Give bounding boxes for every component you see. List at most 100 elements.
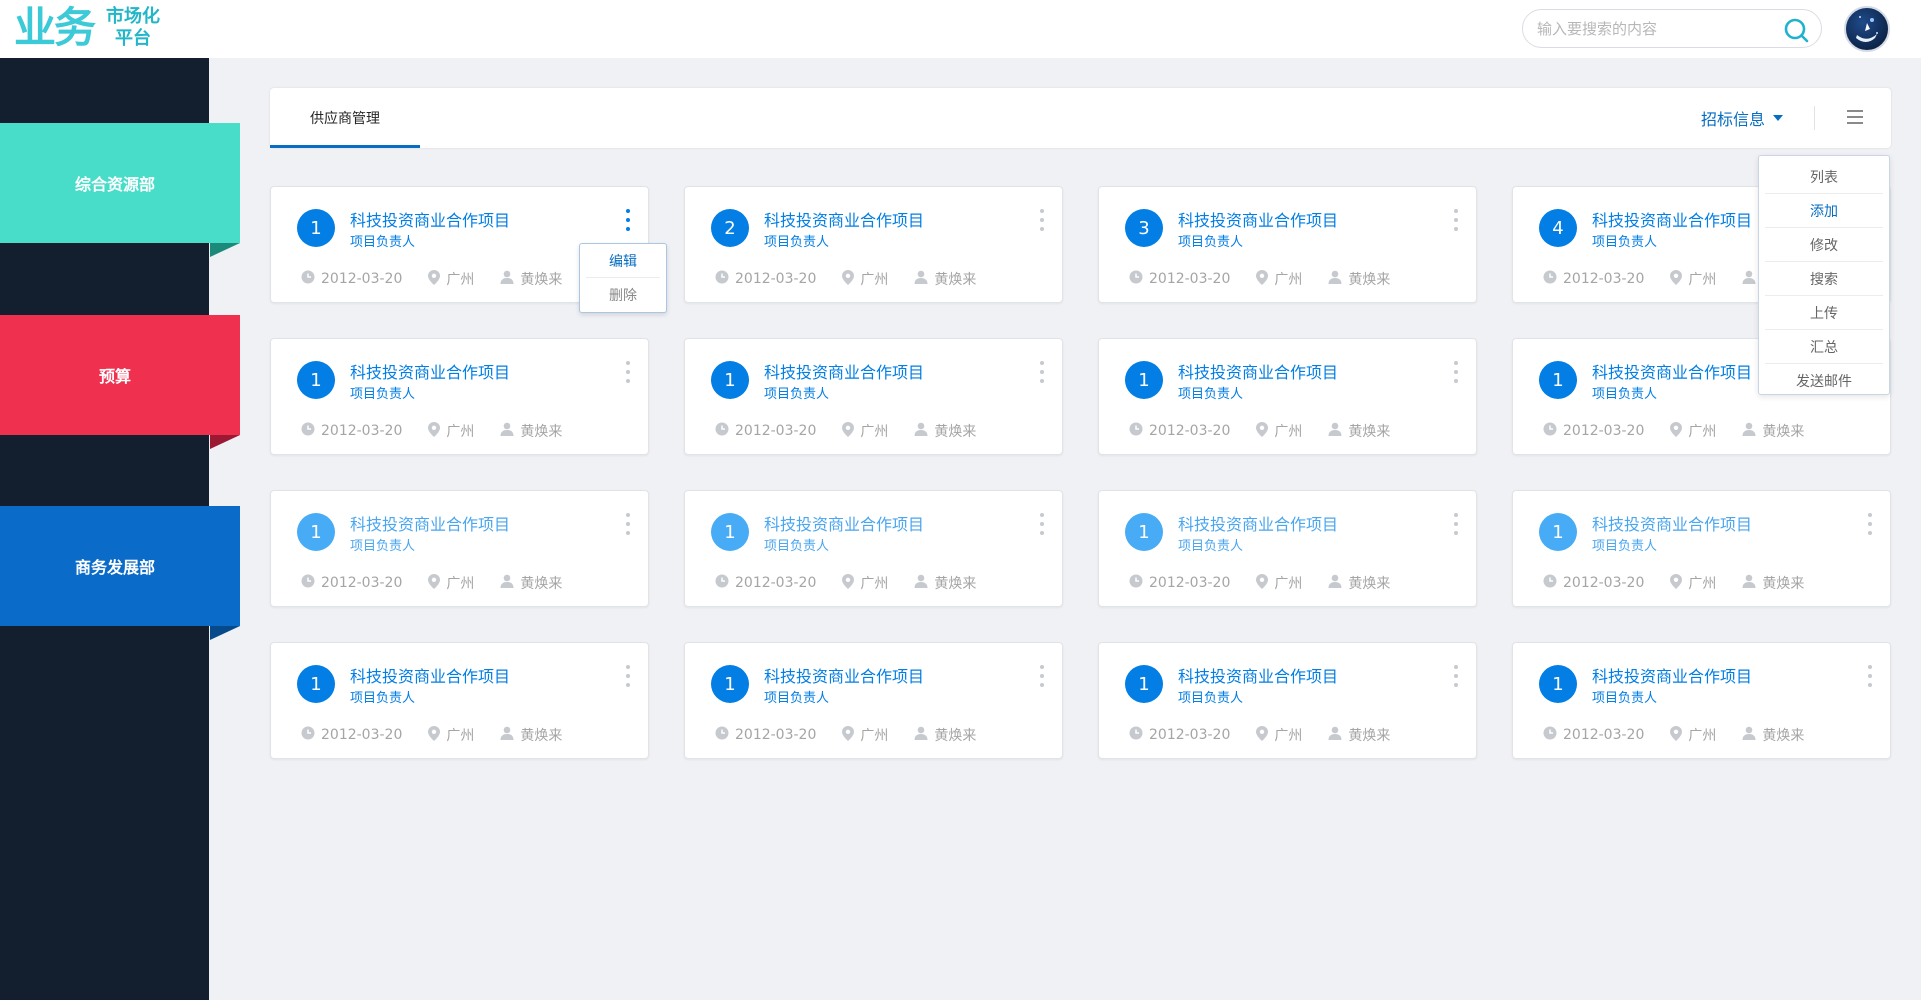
project-card[interactable]: 1 科技投资商业合作项目 项目负责人 2012-03-20 广州 黄焕来 (684, 642, 1063, 759)
card-number-badge: 1 (297, 361, 335, 399)
sidebar-item-budget[interactable]: 预算 (0, 315, 240, 449)
card-subtitle: 项目负责人 (1592, 691, 1658, 706)
more-vertical-icon[interactable] (626, 361, 630, 383)
date-text: 2012-03-20 (735, 423, 817, 439)
card-context-menu: 编辑 删除 (579, 243, 667, 313)
owner-text: 黄焕来 (520, 424, 563, 440)
card-title[interactable]: 科技投资商业合作项目 (350, 207, 510, 231)
sidebar-item-comprehensive-resources[interactable]: 综合资源部 (0, 123, 240, 257)
divider (1814, 106, 1815, 130)
project-card[interactable]: 1 科技投资商业合作项目 项目负责人 2012-03-20 广州 黄焕来 (1512, 642, 1891, 759)
card-date: 2012-03-20 (1543, 422, 1644, 440)
date-text: 2012-03-20 (321, 727, 403, 743)
more-vertical-icon[interactable] (1868, 665, 1872, 687)
card-subtitle: 项目负责人 (350, 539, 416, 554)
delete-menu-item[interactable]: 删除 (580, 278, 666, 312)
sidebar-item-label: 预算 (98, 367, 131, 386)
card-title[interactable]: 科技投资商业合作项目 (1178, 359, 1338, 383)
bidding-info-label: 招标信息 (1700, 110, 1765, 129)
menu-item-send-email[interactable]: 发送邮件 (1765, 364, 1883, 398)
card-meta: 2012-03-20 广州 黄焕来 (715, 421, 1002, 441)
card-owner: 黄焕来 (1328, 421, 1390, 441)
project-card[interactable]: 1 科技投资商业合作项目 项目负责人 2012-03-20 广州 黄焕来 (1512, 490, 1891, 607)
card-title[interactable]: 科技投资商业合作项目 (1592, 359, 1752, 383)
user-avatar[interactable] (1844, 6, 1890, 52)
more-vertical-icon[interactable] (626, 513, 630, 535)
search-icon[interactable] (1783, 17, 1809, 43)
more-vertical-icon[interactable] (1040, 665, 1044, 687)
project-card[interactable]: 1 科技投资商业合作项目 项目负责人 2012-03-20 广州 黄焕来 (1098, 642, 1477, 759)
more-vertical-icon[interactable] (1454, 209, 1458, 231)
bidding-info-dropdown[interactable]: 招标信息 (1701, 88, 1783, 148)
project-card[interactable]: 1 科技投资商业合作项目 项目负责人 2012-03-20 广州 黄焕来 (684, 490, 1063, 607)
card-title[interactable]: 科技投资商业合作项目 (1178, 511, 1338, 535)
project-card[interactable]: 1 科技投资商业合作项目 项目负责人 2012-03-20 广州 黄焕来 (1098, 490, 1477, 607)
menu-item-edit[interactable]: 修改 (1765, 228, 1883, 262)
location-pin-icon (428, 269, 446, 289)
card-location: 广州 (1256, 573, 1302, 593)
user-icon (500, 726, 520, 744)
location-text: 广州 (1274, 272, 1303, 288)
clock-icon (1129, 422, 1149, 440)
card-location: 广州 (1256, 725, 1302, 745)
logo[interactable]: 业务 市场化 平台 (14, 6, 160, 50)
clock-icon (1543, 574, 1563, 592)
card-subtitle: 项目负责人 (764, 387, 830, 402)
menu-item-summary[interactable]: 汇总 (1765, 330, 1883, 364)
card-location: 广州 (842, 269, 888, 289)
project-card[interactable]: 1 科技投资商业合作项目 项目负责人 2012-03-20 广州 黄焕来 (270, 338, 649, 455)
location-text: 广州 (1688, 424, 1717, 440)
card-title[interactable]: 科技投资商业合作项目 (764, 511, 924, 535)
menu-item-add[interactable]: 添加 (1765, 194, 1883, 228)
more-vertical-icon[interactable] (1868, 513, 1872, 535)
card-title[interactable]: 科技投资商业合作项目 (764, 207, 924, 231)
card-title[interactable]: 科技投资商业合作项目 (764, 663, 924, 687)
tab-supplier-management[interactable]: 供应商管理 (270, 88, 420, 148)
project-card[interactable]: 1 科技投资商业合作项目 项目负责人 2012-03-20 广州 黄焕来 (684, 338, 1063, 455)
menu-item-list[interactable]: 列表 (1765, 160, 1883, 194)
sidebar-item-label: 综合资源部 (74, 175, 155, 194)
more-vertical-icon[interactable] (1454, 361, 1458, 383)
logo-mark: 业务 (14, 3, 96, 52)
owner-text: 黄焕来 (520, 728, 563, 744)
card-title[interactable]: 科技投资商业合作项目 (1592, 663, 1752, 687)
card-title[interactable]: 科技投资商业合作项目 (350, 359, 510, 383)
card-date: 2012-03-20 (715, 422, 816, 440)
more-vertical-icon[interactable] (1040, 209, 1044, 231)
card-title[interactable]: 科技投资商业合作项目 (1178, 663, 1338, 687)
more-vertical-icon[interactable] (1040, 361, 1044, 383)
project-card[interactable]: 1 科技投资商业合作项目 项目负责人 2012-03-20 广州 黄焕来 (270, 642, 649, 759)
more-vertical-icon[interactable] (1040, 513, 1044, 535)
card-title[interactable]: 科技投资商业合作项目 (1592, 207, 1752, 231)
more-vertical-icon[interactable] (626, 209, 630, 231)
card-title[interactable]: 科技投资商业合作项目 (350, 511, 510, 535)
more-vertical-icon[interactable] (1454, 665, 1458, 687)
card-location: 广州 (1256, 269, 1302, 289)
project-card[interactable]: 2 科技投资商业合作项目 项目负责人 2012-03-20 广州 黄焕来 (684, 186, 1063, 303)
search-input[interactable] (1537, 18, 1767, 40)
card-number-badge: 3 (1125, 209, 1163, 247)
date-text: 2012-03-20 (1149, 423, 1231, 439)
date-text: 2012-03-20 (321, 423, 403, 439)
project-card[interactable]: 1 科技投资商业合作项目 项目负责人 2012-03-20 广州 黄焕来 (1098, 338, 1477, 455)
menu-item-search[interactable]: 搜索 (1765, 262, 1883, 296)
card-subtitle: 项目负责人 (350, 235, 416, 250)
project-card[interactable]: 3 科技投资商业合作项目 项目负责人 2012-03-20 广州 黄焕来 (1098, 186, 1477, 303)
card-title[interactable]: 科技投资商业合作项目 (764, 359, 924, 383)
hamburger-menu-icon[interactable] (1847, 110, 1863, 124)
card-title[interactable]: 科技投资商业合作项目 (1592, 511, 1752, 535)
menu-item-upload[interactable]: 上传 (1765, 296, 1883, 330)
card-meta: 2012-03-20 广州 黄焕来 (715, 269, 1002, 289)
project-card[interactable]: 1 科技投资商业合作项目 项目负责人 2012-03-20 广州 黄焕来 (270, 490, 649, 607)
date-text: 2012-03-20 (1563, 727, 1645, 743)
card-date: 2012-03-20 (301, 270, 402, 288)
more-vertical-icon[interactable] (626, 665, 630, 687)
edit-menu-item[interactable]: 编辑 (586, 244, 660, 278)
sidebar-item-business-development[interactable]: 商务发展部 (0, 506, 240, 640)
card-number-badge: 1 (1125, 665, 1163, 703)
card-title[interactable]: 科技投资商业合作项目 (350, 663, 510, 687)
card-title[interactable]: 科技投资商业合作项目 (1178, 207, 1338, 231)
card-number-badge: 1 (297, 513, 335, 551)
more-vertical-icon[interactable] (1454, 513, 1458, 535)
card-owner: 黄焕来 (1328, 573, 1390, 593)
